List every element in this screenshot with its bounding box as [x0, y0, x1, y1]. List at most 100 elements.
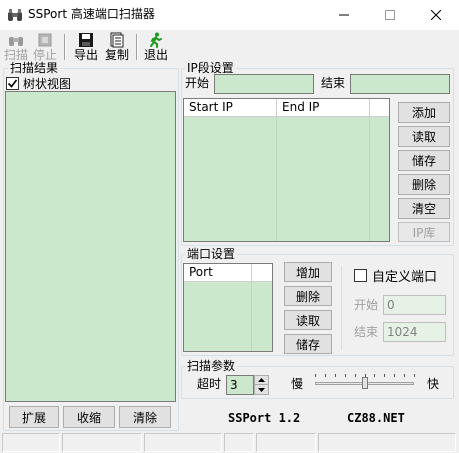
grid-line — [369, 117, 370, 241]
status-cell — [62, 433, 142, 452]
port-list-header: Port — [184, 264, 272, 282]
status-cell — [318, 433, 456, 452]
clear-results-button[interactable]: 清除 — [119, 406, 171, 428]
ip-start-input[interactable] — [214, 74, 314, 94]
window-title: SSPort 高速端口扫描器 — [28, 7, 155, 21]
collapse-button[interactable]: 收缩 — [63, 406, 115, 428]
copy-button[interactable]: 复制 — [103, 32, 131, 62]
slider-tick — [335, 374, 336, 377]
custom-port-label: 自定义端口 — [372, 270, 438, 285]
ip-range-list-header: Start IP End IP — [184, 99, 389, 117]
title-bar[interactable]: SSPort 高速端口扫描器 — [0, 0, 459, 30]
save-ip-button[interactable]: 储存 — [398, 150, 450, 171]
close-button[interactable] — [413, 0, 459, 30]
toolbar: 扫描 停止 导出 复制 退出 — [0, 30, 459, 62]
delete-ip-button[interactable]: 删除 — [398, 174, 450, 195]
ip-library-button[interactable]: IP库 — [398, 222, 450, 242]
minimize-button[interactable] — [321, 0, 367, 30]
status-cell — [144, 433, 222, 452]
spin-down-button[interactable] — [255, 385, 268, 394]
slider-tick — [345, 374, 346, 377]
timeout-spinner[interactable] — [254, 375, 269, 395]
end-ip-column-header[interactable]: End IP — [277, 99, 370, 116]
status-bar — [0, 431, 459, 453]
speed-slider[interactable] — [313, 374, 416, 394]
start-ip-column-header[interactable]: Start IP — [184, 99, 277, 116]
port-start-input[interactable]: 0 — [383, 295, 446, 315]
ip-end-input[interactable] — [350, 74, 450, 94]
custom-port-checkbox[interactable] — [354, 269, 367, 282]
export-label: 导出 — [73, 48, 98, 62]
exit-button[interactable]: 退出 — [142, 32, 170, 62]
spin-up-button[interactable] — [255, 376, 268, 385]
scan-button[interactable]: 扫描 — [3, 32, 29, 62]
port-list[interactable]: Port — [183, 263, 273, 352]
add-ip-button[interactable]: 添加 — [398, 102, 450, 123]
port-start-label: 开始 — [354, 298, 379, 312]
running-man-icon — [148, 32, 164, 48]
timeout-label: 超时 — [197, 377, 222, 391]
grid-line — [276, 117, 277, 241]
slider-thumb[interactable] — [361, 377, 368, 389]
slider-tick — [355, 374, 356, 377]
maximize-icon — [385, 10, 395, 20]
slow-label: 慢 — [291, 377, 304, 391]
port-settings-title: 端口设置 — [185, 247, 238, 261]
maximize-button[interactable] — [367, 0, 413, 30]
read-ip-button[interactable]: 读取 — [398, 126, 450, 147]
port-end-label: 结束 — [354, 325, 379, 339]
minimize-icon — [339, 14, 349, 16]
ip-range-title: IP段设置 — [185, 61, 236, 75]
tree-view-label: 树状视图 — [23, 77, 72, 91]
slider-tick — [404, 374, 405, 377]
clear-ip-button[interactable]: 清空 — [398, 198, 450, 219]
read-port-button[interactable]: 读取 — [284, 310, 332, 330]
tree-view-toggle[interactable]: 树状视图 — [6, 75, 71, 92]
ip-range-list[interactable]: Start IP End IP — [183, 98, 390, 242]
export-button[interactable]: 导出 — [72, 32, 100, 62]
custom-port-toggle[interactable]: 自定义端口 — [354, 266, 437, 285]
tree-view-checkbox[interactable] — [6, 77, 19, 90]
slider-tick — [374, 374, 375, 377]
status-cell — [224, 433, 254, 452]
timeout-input[interactable]: 3 — [226, 375, 254, 395]
scan-params-title: 扫描参数 — [185, 359, 238, 373]
stop-button[interactable]: 停止 — [32, 32, 58, 62]
slider-tick — [394, 374, 395, 377]
grid-line — [251, 282, 252, 351]
exit-label: 退出 — [143, 48, 168, 62]
ip-end-label: 结束 — [321, 76, 346, 90]
version-text: SSPort 1.2 — [228, 411, 301, 425]
up-arrow-icon — [258, 378, 265, 382]
toolbar-separator — [64, 34, 66, 60]
binoculars-icon — [7, 7, 23, 23]
toolbar-separator — [136, 34, 138, 60]
ip-start-label: 开始 — [185, 76, 210, 90]
port-column-header[interactable]: Port — [184, 264, 252, 281]
site-text: CZ88.NET — [347, 411, 405, 425]
binoculars-icon — [8, 32, 24, 48]
divider — [341, 266, 342, 350]
slider-tick — [384, 374, 385, 377]
scan-results-tree[interactable] — [5, 91, 176, 402]
expand-button[interactable]: 扩展 — [9, 406, 59, 428]
copy-label: 复制 — [104, 48, 129, 62]
extra-column-header — [252, 264, 272, 281]
slider-tick — [414, 374, 415, 377]
add-port-button[interactable]: 增加 — [284, 262, 332, 282]
port-end-input[interactable]: 1024 — [383, 322, 446, 342]
slider-tick — [325, 374, 326, 377]
extra-column-header — [370, 99, 389, 116]
delete-port-button[interactable]: 删除 — [284, 286, 332, 306]
close-icon — [431, 10, 441, 20]
fast-label: 快 — [427, 377, 440, 391]
down-arrow-icon — [258, 387, 265, 392]
scan-results-title: 扫描结果 — [8, 61, 61, 75]
checkmark-icon — [7, 79, 18, 88]
status-cell — [256, 433, 316, 452]
floppy-disk-icon — [78, 32, 94, 48]
status-cell — [2, 433, 60, 452]
copy-icon — [109, 32, 125, 48]
slider-tick — [315, 374, 316, 377]
save-port-button[interactable]: 储存 — [284, 334, 332, 354]
